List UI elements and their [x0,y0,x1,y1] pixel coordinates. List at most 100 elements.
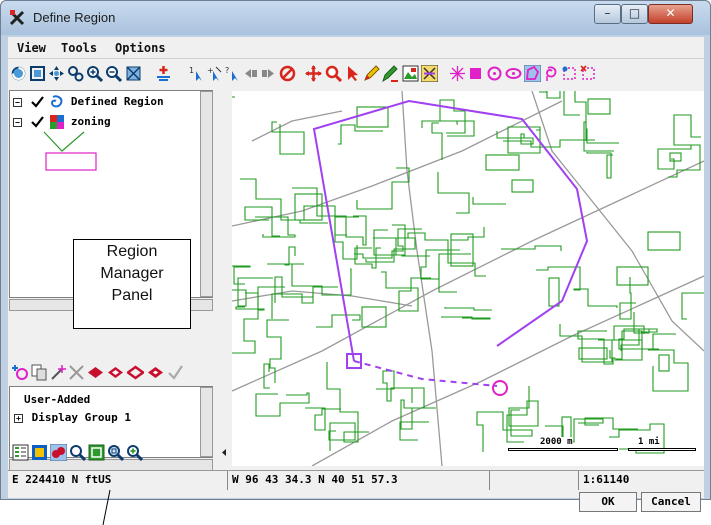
parcel-boundary [255,392,310,417]
menu-options[interactable]: Options [115,41,166,55]
apply-icon[interactable] [167,364,184,381]
parcel-boundary [431,122,443,160]
tree-vertical-scrollbar[interactable] [200,91,213,297]
zoom-in-icon[interactable] [86,65,103,82]
move-icon[interactable] [305,65,322,82]
expand-icon[interactable]: + [14,413,23,423]
menu-tools[interactable]: Tools [61,41,97,55]
collapse-icon[interactable]: − [13,97,22,107]
parcel-boundary [548,277,560,307]
rectangle-icon[interactable] [467,65,484,82]
parcel-boundary [507,126,541,154]
parcel-boundary [578,347,608,360]
parcel-boundary [284,246,304,266]
parcel-boundary [376,370,413,403]
maximize-button[interactable]: □ [621,4,648,24]
previous-icon[interactable] [242,65,259,82]
parcel-boundary [511,179,534,193]
app-icon [9,10,25,26]
callout-line: Panel [111,287,153,304]
view-tools [8,441,233,465]
query-icon[interactable]: ? [224,65,241,82]
map-view[interactable]: 2000 m 1 mi [232,91,704,466]
ellipse-icon[interactable] [505,65,522,82]
add-layer-icon[interactable] [155,65,172,82]
delete-region-icon[interactable] [68,364,85,381]
select-icon[interactable]: 1 [188,65,205,82]
region-pending-edge [353,360,498,387]
pointer-icon[interactable] [344,65,361,82]
parcel-boundary [361,306,387,328]
pan-icon[interactable] [48,65,65,82]
parcel-boundary [232,265,251,285]
region-manager-callout: Region Manager Panel [73,239,191,329]
parcel-boundary [647,231,681,251]
intersect-icon[interactable] [107,364,124,381]
collapse-icon[interactable]: − [13,117,22,127]
redraw-icon[interactable] [10,65,27,82]
sparkle-icon[interactable] [449,65,466,82]
checkmark-icon[interactable] [30,116,44,128]
zoom-layer-icon[interactable] [107,444,124,461]
legend-icon[interactable] [12,444,29,461]
map-canvas[interactable] [232,91,704,466]
road-line [251,110,343,142]
road-line [232,160,704,392]
minimize-button[interactable]: – [594,4,621,24]
road-line [531,91,704,352]
group-item-display-group-1[interactable]: + Display Group 1 [14,411,131,424]
new-region-icon[interactable] [12,364,29,381]
pen-icon[interactable] [363,65,380,82]
find-icon[interactable] [69,444,86,461]
title-bar: Define Region – □ ✕ [1,1,710,35]
circle-icon[interactable] [486,65,503,82]
tree-item-defined-region[interactable]: − Defined Region [13,95,164,111]
subtract-icon[interactable] [127,364,144,381]
status-scale[interactable]: 1:61140 [579,471,704,490]
exclusive-or-icon[interactable] [147,364,164,381]
checkmark-icon[interactable] [30,96,44,108]
region-cursor-handle [492,380,508,396]
next-icon[interactable] [260,65,277,82]
close-icon: ✕ [665,6,676,20]
lasso-icon[interactable] [543,65,560,82]
window-client: View Tools Options 1 + ? − Defined Regio… [8,37,704,512]
magnify-icon[interactable] [325,65,342,82]
zoom-to-region-icon[interactable] [88,444,105,461]
scroll-left-icon[interactable] [216,444,233,461]
parcel-boundary [587,98,611,115]
copy-region-icon[interactable] [31,364,48,381]
select-add-icon[interactable]: + [206,65,223,82]
main-toolbar: 1 + ? [8,61,704,87]
draw-icon[interactable] [382,65,399,82]
layer-window-icon[interactable] [31,444,48,461]
close-button[interactable]: ✕ [648,4,693,24]
zoom-extents-icon[interactable] [125,65,142,82]
full-view-icon[interactable] [29,65,46,82]
parcel-boundary [232,277,273,307]
wand-icon[interactable] [50,364,67,381]
zoom-box-icon[interactable] [67,65,84,82]
menu-view[interactable]: View [17,41,46,55]
legend-sample [43,131,97,171]
stop-icon[interactable] [279,65,296,82]
polygon-icon[interactable] [524,65,541,82]
group-item-user-added[interactable]: User-Added [24,393,90,406]
zoom-out-icon[interactable] [105,65,122,82]
region-icon[interactable] [421,65,438,82]
image-icon[interactable] [402,65,419,82]
point-region-icon[interactable] [561,65,578,82]
tree-item-zoning[interactable]: − zoning [13,115,111,131]
parcel-boundary [328,422,356,451]
zoom-selected-icon[interactable] [126,444,143,461]
window-title: Define Region [33,10,116,25]
union-icon[interactable] [87,364,104,381]
cancel-button[interactable]: Cancel [641,492,701,512]
ok-button[interactable]: OK [579,492,637,512]
parcel-boundary [338,124,383,145]
region-tools [8,361,228,385]
parcel-boundary [326,362,369,443]
erase-region-icon[interactable] [580,65,597,82]
region-group-icon[interactable] [50,444,67,461]
parcel-boundary [316,314,361,328]
